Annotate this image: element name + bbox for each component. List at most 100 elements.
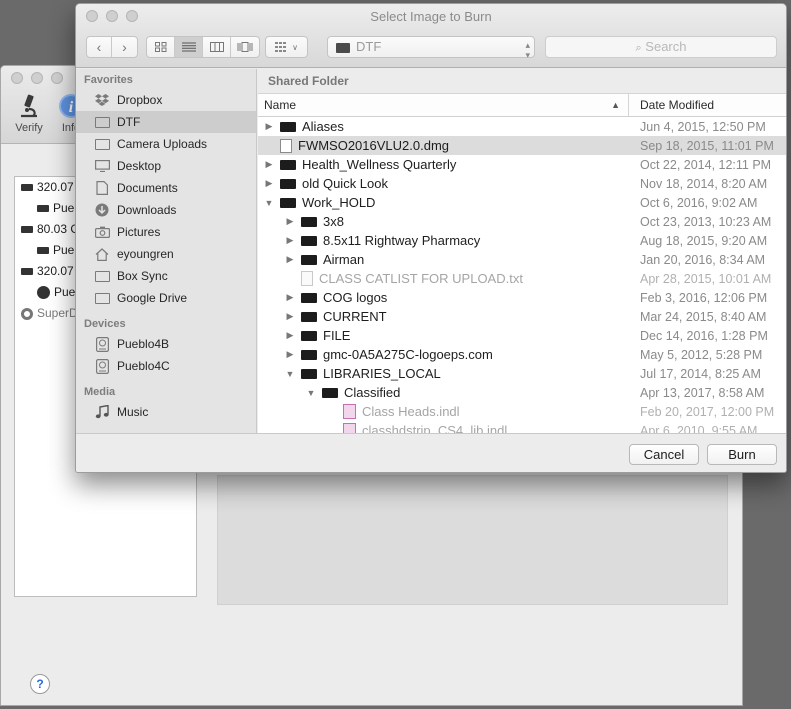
sidebar-item-label: Box Sync (117, 269, 168, 283)
file-row[interactable]: ▶ 3x8 Oct 23, 2013, 10:23 AM (258, 212, 786, 231)
sidebar-item-box-sync[interactable]: Box Sync (76, 265, 256, 287)
file-row[interactable]: ▶ gmc-0A5A275C-logoeps.com May 5, 2012, 5:… (258, 345, 786, 364)
name-column-header[interactable]: Name ▲ (258, 94, 629, 116)
sidebar-item-label: Pictures (117, 225, 161, 239)
disclosure-closed-icon[interactable]: ▶ (264, 121, 274, 132)
file-row[interactable]: FWMSO2016VLU2.0.dmg Sep 18, 2015, 11:01 P… (258, 136, 786, 155)
optical-disc-icon (21, 307, 33, 320)
disclosure-closed-icon[interactable]: ▶ (285, 254, 295, 265)
file-row[interactable]: ▶ old Quick Look Nov 18, 2014, 8:20 AM (258, 174, 786, 193)
camera-icon (94, 225, 110, 239)
list-view-icon (181, 42, 196, 52)
column-view-button[interactable] (203, 37, 231, 57)
file-name-cell: ▼ Work_HOLD (258, 195, 640, 210)
file-row[interactable]: ▶ Airman Jan 20, 2016, 8:34 AM (258, 250, 786, 269)
disclosure-closed-icon[interactable]: ▶ (264, 178, 274, 189)
file-name: CLASS CATLIST FOR UPLOAD.txt (319, 271, 523, 286)
disclosure-closed-icon[interactable]: ▶ (264, 159, 274, 170)
disclosure-closed-icon[interactable]: ▶ (285, 216, 295, 227)
disclosure-closed-icon[interactable]: ▶ (285, 235, 295, 246)
file-row[interactable]: Class Heads.indl Feb 20, 2017, 12:00 PM (258, 402, 786, 421)
file-row[interactable]: ▼ Work_HOLD Oct 6, 2016, 9:02 AM (258, 193, 786, 212)
file-name-cell: ▶ Aliases (258, 119, 640, 134)
sidebar-item-downloads[interactable]: Downloads (76, 199, 256, 221)
sidebar-item-pictures[interactable]: Pictures (76, 221, 256, 243)
file-name: 8.5x11 Rightway Pharmacy (323, 233, 481, 248)
disclosure-closed-icon[interactable]: ▶ (285, 292, 295, 303)
file-row[interactable]: ▶ COG logos Feb 3, 2016, 12:06 PM (258, 288, 786, 307)
cover-flow-button[interactable] (231, 37, 259, 57)
icon-view-button[interactable] (147, 37, 175, 57)
file-name: classhdstrip_CS4_lib.indl (362, 423, 508, 433)
disclosure-open-icon[interactable]: ▼ (306, 388, 316, 398)
file-row[interactable]: ▶ 8.5x11 Rightway Pharmacy Aug 18, 2015, 9… (258, 231, 786, 250)
sidebar-item-label: Music (117, 405, 149, 419)
documents-icon (94, 181, 110, 195)
finder-sidebar: Favorites Dropbox DTF Camera Uploads Deskto… (76, 69, 257, 433)
file-date: Apr 13, 2017, 8:58 AM (640, 385, 765, 400)
file-date: Feb 3, 2016, 12:06 PM (640, 290, 768, 305)
burn-button[interactable]: Burn (707, 444, 777, 465)
list-view-button[interactable] (175, 37, 203, 57)
file-date: Apr 28, 2015, 10:01 AM (640, 271, 772, 286)
folder-icon (301, 292, 317, 303)
sidebar-item-label: Desktop (117, 159, 162, 173)
minimize-window-button[interactable] (31, 72, 43, 84)
file-date: Feb 20, 2017, 12:00 PM (640, 404, 775, 419)
file-row[interactable]: classhdstrip_CS4_lib.indl Apr 6, 2010, 9:… (258, 421, 786, 433)
file-name: Classified (344, 385, 401, 400)
verify-button[interactable]: Verify (9, 92, 49, 134)
sidebar-item-label: Google Drive (117, 291, 188, 305)
close-window-button[interactable] (11, 72, 23, 84)
folder-icon (94, 137, 110, 151)
file-date: Nov 18, 2014, 8:20 AM (640, 176, 768, 191)
file-row[interactable]: ▶ Aliases Jun 4, 2015, 12:50 PM (258, 117, 786, 136)
date-modified-column-header[interactable]: Date Modified (629, 94, 714, 116)
disclosure-closed-icon[interactable]: ▶ (285, 330, 295, 341)
sort-ascending-icon: ▲ (611, 100, 620, 110)
sidebar-item-eyoungren[interactable]: eyoungren (76, 243, 256, 265)
file-name: Class Heads.indl (362, 404, 460, 419)
cancel-button[interactable]: Cancel (629, 444, 699, 465)
back-button[interactable]: ‹ (87, 37, 112, 57)
folder-icon (94, 269, 110, 283)
disclosure-closed-icon[interactable]: ▶ (285, 349, 295, 360)
file-row[interactable]: ▼ LIBRARIES_LOCAL Jul 17, 2014, 8:25 AM (258, 364, 786, 383)
sidebar-item-pueblo4c[interactable]: Pueblo4C (76, 355, 256, 377)
arrange-menu-button[interactable]: ∨ (265, 36, 308, 58)
search-field[interactable]: ⌕ Search (545, 36, 777, 58)
sidebar-item-desktop[interactable]: Desktop (76, 155, 256, 177)
sidebar-item-music[interactable]: Music (76, 401, 256, 423)
disclosure-open-icon[interactable]: ▼ (285, 369, 295, 379)
sidebar-item-dtf[interactable]: DTF (76, 111, 256, 133)
sidebar-item-camera-uploads[interactable]: Camera Uploads (76, 133, 256, 155)
sidebar-item-dropbox[interactable]: Dropbox (76, 89, 256, 111)
sidebar-item-pueblo4b[interactable]: Pueblo4B (76, 333, 256, 355)
file-date: Jun 4, 2015, 12:50 PM (640, 119, 766, 134)
file-row[interactable]: ▼ Classified Apr 13, 2017, 8:58 AM (258, 383, 786, 402)
file-name: gmc-0A5A275C-logoeps.com (323, 347, 493, 362)
file-date: Sep 18, 2015, 11:01 PM (640, 138, 774, 153)
disclosure-open-icon[interactable]: ▼ (264, 198, 274, 208)
location-popup[interactable]: DTF ▴ ▾ (327, 36, 535, 60)
arrange-grid-icon (275, 42, 287, 52)
file-row[interactable]: CLASS CATLIST FOR UPLOAD.txt Apr 28, 2015… (258, 269, 786, 288)
file-name-cell: ▶ COG logos (258, 290, 640, 305)
file-row[interactable]: ▶ Health_Wellness Quarterly Oct 22, 2014, … (258, 155, 786, 174)
file-name-cell: ▶ FILE (258, 328, 640, 343)
forward-button[interactable]: › (112, 37, 137, 57)
file-name-cell: ▶ gmc-0A5A275C-logoeps.com (258, 347, 640, 362)
sidebar-item-documents[interactable]: Documents (76, 177, 256, 199)
file-date: Jan 20, 2016, 8:34 AM (640, 252, 766, 267)
folder-icon (301, 311, 317, 322)
file-row[interactable]: ▶ FILE Dec 14, 2016, 1:28 PM (258, 326, 786, 345)
zoom-window-button[interactable] (51, 72, 63, 84)
disclosure-closed-icon[interactable]: ▶ (285, 311, 295, 322)
file-name: Airman (323, 252, 365, 267)
media-header: Media (84, 386, 116, 398)
file-name-cell: classhdstrip_CS4_lib.indl (258, 423, 640, 433)
help-button[interactable]: ? (30, 674, 50, 694)
file-row[interactable]: ▶ CURRENT Mar 24, 2015, 8:40 AM (258, 307, 786, 326)
sidebar-item-google-drive[interactable]: Google Drive (76, 287, 256, 309)
icon-view-icon (154, 42, 166, 52)
